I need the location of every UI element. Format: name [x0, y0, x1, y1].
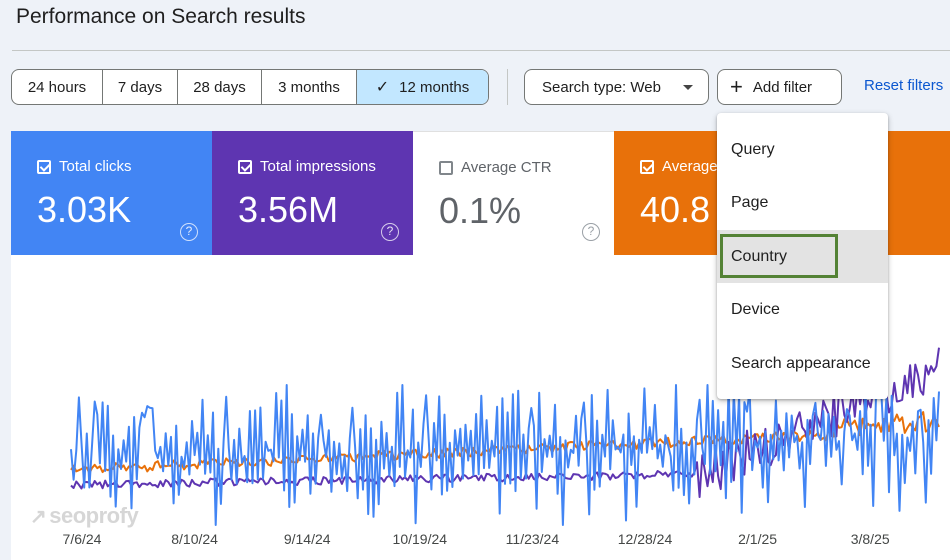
range-12-months-button[interactable]: ✓ 12 months: [357, 70, 488, 104]
metric-label: Average: [662, 158, 718, 175]
menu-item-label: Search appearance: [731, 354, 871, 372]
x-tick-label: 12/28/24: [617, 531, 673, 547]
x-tick-label: 11/23/24: [505, 531, 560, 547]
x-tick-label: 3/8/25: [850, 531, 890, 547]
x-tick-label: 8/10/24: [171, 531, 218, 547]
caret-down-icon: [683, 85, 693, 90]
check-icon: ✓: [375, 79, 390, 96]
metric-card-ctr[interactable]: Average CTR 0.1% ?: [413, 131, 614, 255]
range-label: 28 days: [193, 78, 246, 96]
help-icon[interactable]: ?: [582, 223, 600, 241]
metric-value: 3.56M: [238, 189, 339, 230]
x-tick-label: 10/19/24: [392, 531, 448, 547]
seoprofy-logo: ↗ seoprofy: [30, 503, 139, 529]
add-filter-label: Add filter: [752, 78, 813, 96]
range-label: 24 hours: [27, 78, 87, 96]
menu-item-label: Query: [731, 140, 775, 158]
series-line-clicks: [70, 384, 940, 526]
menu-item-device[interactable]: Device: [717, 283, 888, 336]
metric-value: 3.03K: [37, 189, 132, 230]
metric-label: Total clicks: [59, 158, 132, 175]
metric-card-impressions[interactable]: Total impressions 3.56M ?: [212, 131, 413, 255]
toolbar-separator: [507, 69, 508, 105]
menu-item-label: Country: [731, 247, 788, 265]
filter-menu: Query Page Country Device Search appeara…: [717, 113, 888, 399]
header-divider: [12, 50, 950, 51]
range-28-days-button[interactable]: 28 days: [178, 70, 262, 104]
checkbox-checked-icon[interactable]: [238, 160, 252, 174]
range-7-days-button[interactable]: 7 days: [103, 70, 178, 104]
range-label: 7 days: [117, 78, 163, 96]
metric-value: 0.1%: [439, 190, 522, 231]
menu-item-country[interactable]: Country: [717, 230, 888, 283]
range-24-hours-button[interactable]: 24 hours: [12, 70, 103, 104]
metric-card-clicks[interactable]: Total clicks 3.03K ?: [11, 131, 212, 255]
range-3-months-button[interactable]: 3 months: [262, 70, 357, 104]
reset-filters-link[interactable]: Reset filters: [864, 77, 943, 94]
menu-item-label: Page: [731, 193, 769, 211]
x-tick-label: 9/14/24: [283, 531, 331, 547]
menu-item-page[interactable]: Page: [717, 176, 888, 229]
menu-item-search-appearance[interactable]: Search appearance: [717, 337, 888, 390]
search-type-label: Search type: Web: [542, 78, 661, 96]
metric-label: Total impressions: [260, 158, 376, 175]
checkbox-unchecked-icon[interactable]: [439, 161, 453, 175]
metric-label: Average CTR: [461, 159, 552, 176]
arrow-icon: ↗: [30, 506, 47, 528]
search-type-dropdown[interactable]: Search type: Web: [524, 69, 709, 105]
menu-item-query[interactable]: Query: [717, 123, 888, 176]
plus-icon: +: [730, 74, 743, 99]
range-label: 3 months: [278, 78, 340, 96]
add-filter-button[interactable]: + Add filter: [717, 69, 842, 105]
x-tick-label: 7/6/24: [62, 531, 102, 547]
x-tick-label: 2/1/25: [738, 531, 778, 547]
date-range-selector: 24 hours 7 days 28 days 3 months ✓ 12 mon…: [11, 69, 489, 105]
range-label: 12 months: [399, 78, 470, 96]
help-icon[interactable]: ?: [381, 223, 399, 241]
checkbox-checked-icon[interactable]: [37, 160, 51, 174]
watermark-text: seoprofy: [49, 503, 139, 528]
metric-value: 40.8: [640, 189, 711, 230]
menu-item-label: Device: [731, 300, 780, 318]
checkbox-checked-icon[interactable]: [640, 160, 654, 174]
help-icon[interactable]: ?: [180, 223, 198, 241]
page-title: Performance on Search results: [16, 5, 306, 28]
